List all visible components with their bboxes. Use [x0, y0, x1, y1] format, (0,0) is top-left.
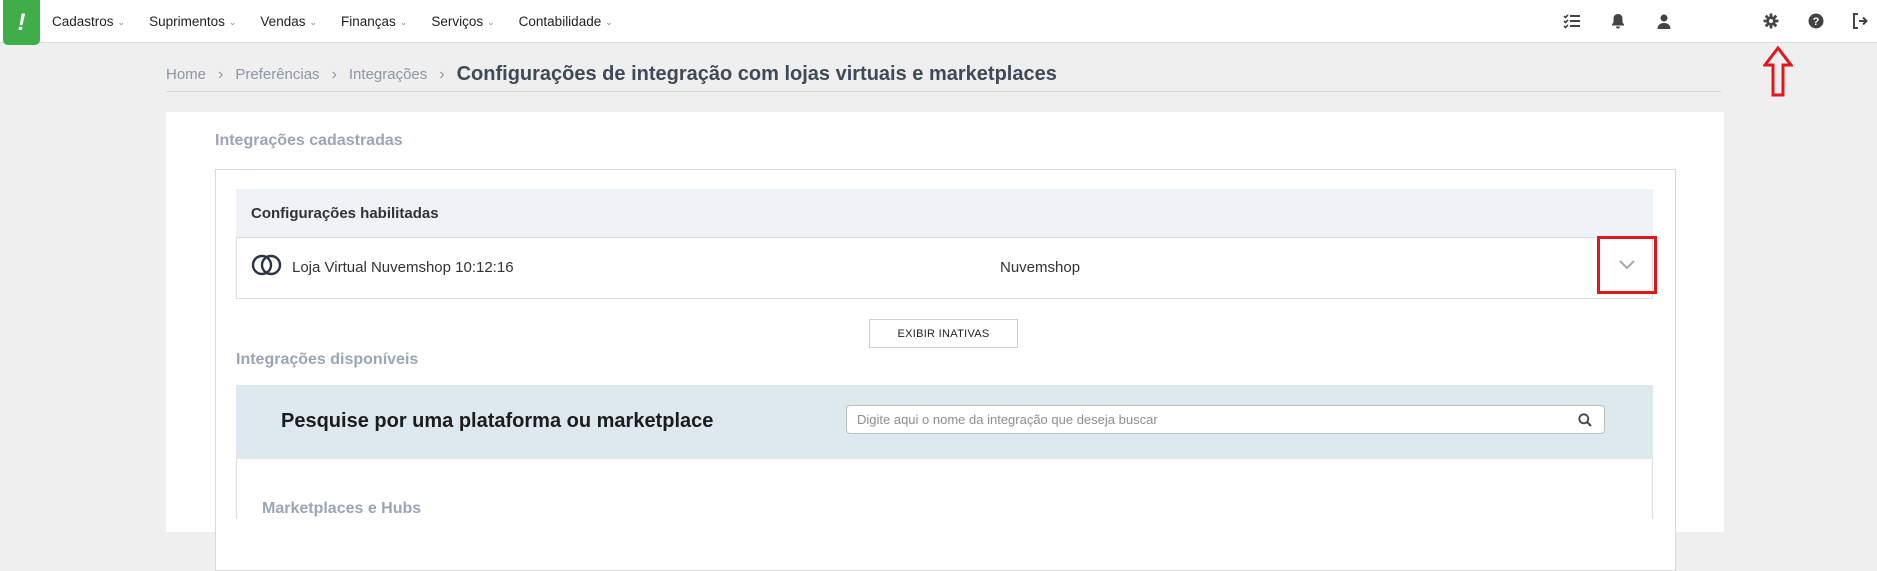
menu-label: Contabilidade: [518, 13, 602, 29]
menu-label: Vendas: [260, 13, 306, 29]
chevron-down-icon: [1619, 260, 1635, 270]
tasks-icon[interactable]: [1562, 11, 1582, 31]
search-icon: [1577, 412, 1592, 427]
page-title: Configurações de integração com lojas vi…: [456, 63, 1057, 85]
breadcrumb-home[interactable]: Home: [166, 66, 206, 83]
bell-icon[interactable]: [1608, 11, 1628, 31]
chevron-down-icon: ⌄: [117, 16, 126, 27]
registered-title: Integrações cadastradas: [215, 132, 403, 149]
chevron-down-icon: ⌄: [399, 16, 408, 27]
breadcrumb-preferencias[interactable]: Preferências: [235, 66, 319, 83]
menu-vendas[interactable]: Vendas ⌄: [260, 14, 317, 29]
top-navbar: ! Cadastros ⌄ Suprimentos ⌄ Vendas ⌄ Finanç…: [0, 0, 1877, 45]
logout-icon[interactable]: [1850, 11, 1870, 31]
chevron-right-icon: ›: [218, 65, 224, 83]
chevron-right-icon: ›: [439, 65, 445, 83]
enabled-header: Configurações habilitadas: [236, 189, 1653, 237]
menu-label: Serviços: [431, 13, 484, 29]
menu-label: Suprimentos: [149, 13, 225, 29]
nuvemshop-logo-icon: [251, 254, 283, 281]
marketplaces-title: Marketplaces e Hubs: [262, 500, 422, 517]
available-title: Integrações disponíveis: [236, 351, 419, 368]
breadcrumb: Home › Preferências › Integrações › Conf…: [166, 58, 1721, 92]
search-button[interactable]: [1565, 405, 1605, 434]
menu-cadastros[interactable]: Cadastros ⌄: [52, 14, 125, 29]
menu-servicos[interactable]: Serviços ⌄: [431, 14, 494, 29]
help-icon[interactable]: ?: [1806, 11, 1826, 31]
marketplaces-area: [236, 459, 1653, 519]
chevron-down-icon: ⌄: [605, 16, 613, 27]
main-menu: Cadastros ⌄ Suprimentos ⌄ Vendas ⌄ Finanças…: [52, 0, 637, 42]
breadcrumb-integracoes[interactable]: Integrações: [349, 66, 427, 83]
app-logo[interactable]: !: [3, 0, 40, 45]
menu-contabilidade[interactable]: Contabilidade ⌄: [519, 14, 613, 29]
chevron-down-icon: ⌄: [228, 16, 237, 27]
annotation-arrow-icon: [1761, 45, 1795, 103]
integration-row[interactable]: Loja Virtual Nuvemshop 10:12:16 Nuvemsho…: [236, 237, 1653, 299]
svg-text:?: ?: [1813, 16, 1820, 28]
enabled-header-label: Configurações habilitadas: [251, 204, 439, 222]
search-title: Pesquise por uma plataforma ou marketpla…: [281, 410, 714, 432]
user-icon[interactable]: [1654, 11, 1674, 31]
menu-financas[interactable]: Finanças ⌄: [341, 14, 407, 29]
menu-suprimentos[interactable]: Suprimentos ⌄: [149, 14, 236, 29]
search-input[interactable]: [846, 405, 1566, 434]
chevron-down-icon: ⌄: [487, 16, 495, 27]
menu-label: Cadastros: [52, 13, 114, 29]
show-inactive-button[interactable]: EXIBIR INATIVAS: [869, 319, 1018, 348]
menu-label: Finanças: [341, 13, 396, 29]
logo-glyph: !: [17, 8, 26, 36]
chevron-right-icon: ›: [331, 65, 337, 83]
integration-platform: Nuvemshop: [1000, 259, 1081, 276]
search-panel: Pesquise por uma plataforma ou marketpla…: [236, 385, 1653, 459]
gear-icon[interactable]: [1761, 11, 1781, 31]
chevron-down-icon: ⌄: [309, 16, 318, 27]
integration-name: Loja Virtual Nuvemshop 10:12:16: [292, 259, 514, 276]
expand-integration-button[interactable]: [1597, 236, 1657, 294]
